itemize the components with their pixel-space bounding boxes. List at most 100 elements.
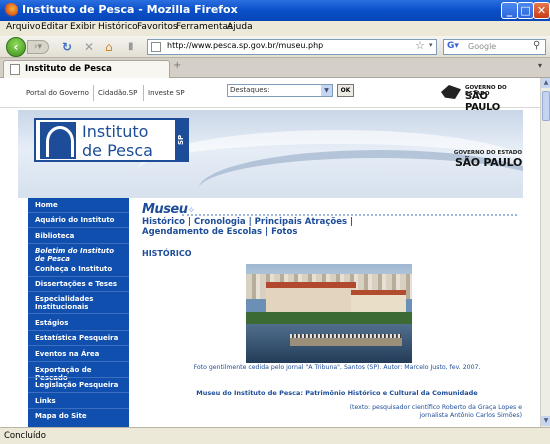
- sidebar-item-especialidades[interactable]: Especialidades Institucionais: [35, 295, 125, 311]
- maximize-button[interactable]: □: [517, 2, 534, 19]
- home-icon[interactable]: ⌂: [105, 40, 113, 54]
- divider: [93, 85, 94, 101]
- search-bar[interactable]: G▾ Google ⚲: [443, 39, 546, 55]
- credit-line-2: jornalista Antônio Carlos Simões): [419, 412, 522, 419]
- header-banner: Instituto de Pesca SP GOVERNO DO ESTADO …: [18, 110, 523, 198]
- museum-photo: [246, 264, 412, 363]
- menu-favoritos[interactable]: Favoritos: [137, 22, 178, 32]
- sidebar-item-conheca[interactable]: Conheça o Instituto: [35, 265, 125, 273]
- text-credit: (texto: pesquisador científico Roberto d…: [332, 404, 522, 420]
- tab-instituto-de-pesca[interactable]: Instituto de Pesca: [3, 60, 170, 78]
- forward-button[interactable]: ›▾: [27, 40, 49, 54]
- bar-chart-icon[interactable]: ▮: [128, 40, 134, 54]
- window-titlebar: Instituto de Pesca - Mozilla Firefox _ □…: [0, 0, 550, 21]
- governo-sp-logo[interactable]: GOVERNO DO ESTADO SÃO PAULO: [441, 83, 521, 113]
- destaques-select[interactable]: Destaques: ▼: [227, 84, 333, 97]
- url-dropdown-icon[interactable]: ▾: [429, 41, 433, 49]
- logo-line-1: Instituto: [82, 122, 149, 141]
- menu-historico[interactable]: Histórico: [98, 22, 138, 32]
- window-title: Instituto de Pesca - Mozilla Firefox: [22, 3, 238, 16]
- page-content: Portal do Governo Cidadão.SP Investe SP …: [0, 78, 540, 427]
- museu-logo-text: Museu: [142, 202, 188, 217]
- menu-editar[interactable]: Editar: [41, 22, 68, 32]
- link-cidadao-sp[interactable]: Cidadão.SP: [98, 89, 137, 97]
- subnav-line-2[interactable]: Agendamento de Escolas | Fotos: [142, 227, 472, 237]
- sp-map-icon: [441, 85, 461, 99]
- ok-button[interactable]: OK: [337, 84, 354, 97]
- vertical-scrollbar[interactable]: ▲ ▼: [540, 78, 550, 427]
- menu-ajuda[interactable]: Ajuda: [227, 22, 253, 32]
- tab-bar: Instituto de Pesca + ▾: [0, 58, 550, 78]
- credit-line-1: (texto: pesquisador científico Roberto d…: [349, 404, 522, 411]
- divider: [28, 330, 129, 331]
- sidebar-item-estagios[interactable]: Estágios: [35, 319, 125, 327]
- sidebar-item-biblioteca[interactable]: Biblioteca: [35, 232, 125, 240]
- subnav-line-1[interactable]: Histórico | Cronologia | Principais Atra…: [142, 217, 472, 227]
- divider: [143, 85, 144, 101]
- stop-icon[interactable]: ✕: [84, 40, 94, 54]
- page-icon: [151, 42, 161, 52]
- section-title: HISTÓRICO: [142, 249, 192, 258]
- url-text[interactable]: http://www.pesca.sp.gov.br/museu.php: [167, 41, 323, 50]
- divider: [28, 243, 129, 244]
- divider: [28, 276, 129, 277]
- scroll-up-icon[interactable]: ▲: [541, 78, 550, 88]
- sidebar-item-boletim[interactable]: Boletim do Instituto de Pesca: [35, 247, 125, 263]
- page-favicon-icon: [10, 64, 20, 75]
- logo-line-2: de Pesca: [82, 141, 153, 160]
- chevron-down-icon[interactable]: ▼: [321, 85, 332, 96]
- sidebar-item-legislacao[interactable]: Legislação Pesqueira: [35, 381, 125, 389]
- sidebar-nav: Home Aquário do Instituto Biblioteca Bol…: [28, 198, 129, 427]
- sidebar-item-exportacao[interactable]: Exportação de Pescado: [35, 366, 125, 382]
- photo-pier: [290, 338, 402, 346]
- divider: [28, 345, 129, 346]
- back-button[interactable]: ‹: [6, 37, 26, 57]
- sidebar-item-dissertacoes[interactable]: Dissertações e Teses: [35, 280, 125, 288]
- sidebar-item-aquario[interactable]: Aquário do Instituto: [35, 216, 125, 224]
- museum-heading: Museu do Instituto de Pesca: Patrimônio …: [196, 389, 478, 397]
- sidebar-item-estatistica[interactable]: Estatística Pesqueira: [35, 334, 125, 342]
- photo-caption: Foto gentilmente cedida pelo jornal "A T…: [193, 364, 481, 371]
- divider: [28, 313, 129, 314]
- status-bar: Concluído: [0, 427, 550, 444]
- banner-gov-logo: GOVERNO DO ESTADO SÃO PAULO: [442, 150, 522, 169]
- divider: [28, 227, 129, 228]
- new-tab-button[interactable]: +: [173, 60, 181, 71]
- status-text: Concluído: [4, 431, 46, 441]
- reload-icon[interactable]: ↻: [62, 40, 72, 54]
- government-bar: Portal do Governo Cidadão.SP Investe SP …: [0, 78, 540, 113]
- bookmark-star-icon[interactable]: ☆: [415, 39, 425, 52]
- divider: [28, 361, 129, 362]
- instituto-de-pesca-logo[interactable]: Instituto de Pesca SP: [34, 118, 189, 162]
- close-button[interactable]: ✕: [533, 2, 550, 19]
- logo-sp: SP: [175, 120, 187, 160]
- minimize-button[interactable]: _: [501, 2, 518, 19]
- link-investe-sp[interactable]: Investe SP: [148, 89, 185, 97]
- photo-trees: [246, 312, 412, 324]
- scroll-thumb[interactable]: [542, 91, 550, 121]
- link-portal-do-governo[interactable]: Portal do Governo: [26, 89, 89, 97]
- tab-list-icon[interactable]: ▾: [538, 61, 542, 70]
- sidebar-item-links[interactable]: Links: [35, 397, 125, 405]
- museu-subnav[interactable]: Histórico | Cronologia | Principais Atra…: [142, 217, 472, 237]
- divider: [28, 392, 129, 393]
- divider: [28, 408, 129, 409]
- divider: [28, 212, 129, 213]
- url-bar[interactable]: http://www.pesca.sp.gov.br/museu.php ☆ ▾: [147, 39, 437, 55]
- sidebar-item-mapa[interactable]: Mapa do Site: [35, 412, 125, 420]
- menu-ferramentas[interactable]: Ferramentas: [176, 22, 233, 32]
- divider: [28, 377, 129, 378]
- menu-exibir[interactable]: Exibir: [70, 22, 95, 32]
- banner-gov-big: SÃO PAULO: [454, 156, 522, 169]
- scroll-down-icon[interactable]: ▼: [541, 416, 550, 426]
- navigation-toolbar: ‹ ›▾ ↻ ✕ ⌂ ▮ http://www.pesca.sp.gov.br/…: [0, 36, 550, 58]
- tab-label: Instituto de Pesca: [25, 64, 112, 74]
- google-icon[interactable]: G▾: [447, 41, 459, 51]
- search-input[interactable]: Google: [468, 42, 496, 51]
- search-icon[interactable]: ⚲: [533, 40, 540, 51]
- destaques-value: Destaques:: [230, 86, 270, 94]
- sidebar-item-home[interactable]: Home: [35, 201, 125, 209]
- sidebar-item-eventos[interactable]: Eventos na Área: [35, 350, 125, 358]
- menu-arquivo[interactable]: Arquivo: [6, 22, 40, 32]
- divider: [28, 291, 129, 292]
